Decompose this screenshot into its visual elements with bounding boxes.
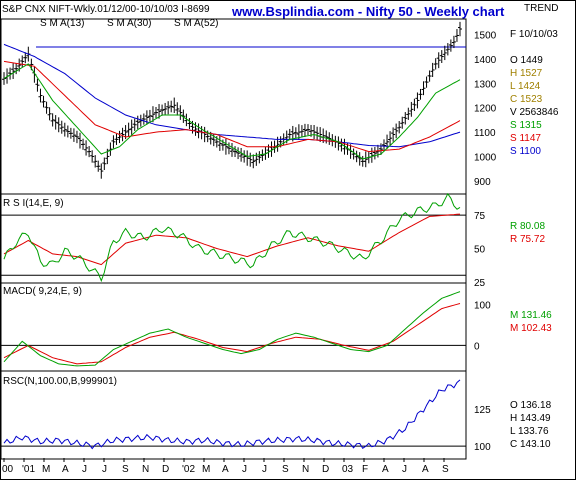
x-axis-label: N: [302, 464, 309, 475]
x-axis-label: J: [262, 464, 267, 475]
price-tick-label: 1500: [474, 31, 497, 42]
rsc-tick-label: 125: [474, 405, 491, 416]
rsc-readout: C 143.10: [510, 439, 551, 450]
x-axis-label: D: [322, 464, 329, 475]
price-readout: S 1100: [510, 146, 541, 157]
x-axis-label: A: [422, 464, 429, 475]
rsi-tick-label: 50: [474, 245, 486, 256]
rsi-panel: [0, 193, 467, 284]
rsi-readout: R 80.08: [510, 221, 545, 232]
price-panel: [0, 18, 467, 195]
price-readout: S 1315: [510, 120, 542, 131]
price-readout: O 1449: [510, 55, 543, 66]
chart-title: www.Bsplindia.com - Nifty 50 - Weekly ch…: [231, 4, 505, 19]
x-axis-label: A: [62, 464, 69, 475]
x-axis-label: M: [202, 464, 210, 475]
price-readout: H 1527: [510, 68, 543, 79]
rsi-tick-label: 75: [474, 211, 486, 222]
rsi-title: R S I(14,E, 9): [3, 198, 64, 209]
macd-title: MACD( 9,24,E, 9): [3, 286, 82, 297]
rsc-title: RSC(N,100.00,B,999901): [3, 376, 117, 387]
x-axis-label: M: [42, 464, 50, 475]
macd-signal-line: [3, 303, 461, 365]
x-axis-label: J: [102, 464, 107, 475]
x-axis-label: J: [82, 464, 87, 475]
price-readout: S 1147: [510, 133, 541, 144]
price-tick-label: 1100: [474, 128, 496, 139]
rsc-readout: H 143.49: [510, 413, 551, 424]
macd-readout: M 102.43: [510, 323, 552, 334]
x-axis-label: S: [442, 464, 449, 475]
price-tick-label: 1400: [474, 55, 497, 66]
rsi-readout: R 75.72: [510, 234, 545, 245]
macd-line: [3, 291, 461, 367]
chart-frame: S&P CNX NIFT-Wkly.01/12/00-10/10/03 I-86…: [0, 0, 576, 480]
price-tick-label: 1300: [474, 79, 497, 90]
x-axis-label: S: [282, 464, 289, 475]
x-axis-label: F: [362, 464, 368, 475]
price-tick-label: 900: [474, 177, 491, 188]
x-axis-label: '01: [22, 464, 35, 475]
legend-sma13: S M A(13): [40, 18, 84, 29]
price-readout-date: F 10/10/03: [510, 29, 558, 40]
trend-label: TREND: [524, 3, 558, 14]
price-tick-label: 1200: [474, 104, 497, 115]
price-readout: V 2563846: [510, 107, 559, 118]
x-axis-label: A: [222, 464, 229, 475]
rsc-readout: O 136.18: [510, 400, 552, 411]
x-axis-label: A: [382, 464, 389, 475]
legend-sma30: S M A(30): [107, 18, 151, 29]
x-axis-label: N: [142, 464, 149, 475]
price-readout: C 1523: [510, 94, 543, 105]
x-axis-label: '02: [182, 464, 195, 475]
x-axis-label: S: [122, 464, 129, 475]
x-axis-label: J: [402, 464, 407, 475]
price-tick-label: 1000: [474, 152, 497, 163]
x-axis-label: J: [242, 464, 247, 475]
macd-readout: M 131.46: [510, 310, 552, 321]
macd-tick-label: 100: [474, 300, 491, 311]
header-left: S&P CNX NIFT-Wkly.01/12/00-10/10/03 I-86…: [2, 4, 210, 15]
sma52-line: [3, 43, 461, 148]
price-readout: L 1424: [510, 81, 541, 92]
rsc-readout: L 133.76: [510, 426, 549, 437]
legend-sma52: S M A(52): [174, 18, 218, 29]
x-axis-label: 03: [342, 464, 354, 475]
x-axis-label: 00: [2, 464, 14, 475]
x-axis-label: D: [162, 464, 169, 475]
macd-tick-label: 0: [474, 341, 480, 352]
rsc-tick-label: 100: [474, 442, 491, 453]
rsi-tick-label: 25: [474, 278, 486, 289]
rsc-line: [3, 379, 461, 450]
